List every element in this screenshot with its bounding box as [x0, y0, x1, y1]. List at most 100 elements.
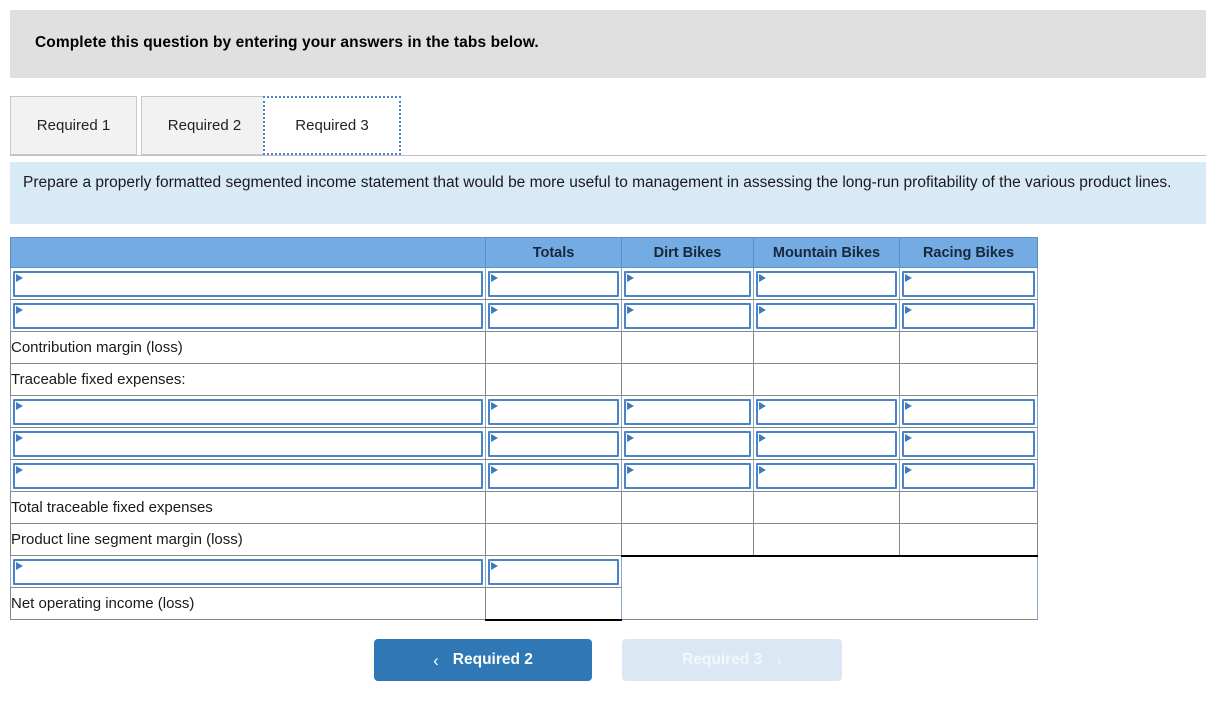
row-label-dropdown[interactable]: [13, 559, 483, 585]
dirt-bikes-input[interactable]: [624, 303, 751, 329]
dirt-bikes-cell[interactable]: [622, 492, 754, 524]
dirt-bikes-input[interactable]: [624, 399, 751, 425]
dropdown-arrow-icon: [491, 274, 498, 282]
mountain-bikes-input-cell[interactable]: [754, 300, 900, 332]
row-label-dropdown[interactable]: [13, 399, 483, 425]
racing-bikes-input-cell[interactable]: [900, 428, 1038, 460]
dirt-bikes-input[interactable]: [624, 431, 751, 457]
mountain-bikes-cell[interactable]: [754, 492, 900, 524]
totals-input-cell[interactable]: [486, 300, 622, 332]
mountain-bikes-input-cell[interactable]: [754, 268, 900, 300]
table-row: [11, 300, 1038, 332]
totals-cell[interactable]: [486, 364, 622, 396]
row-label-contribution-margin: Contribution margin (loss): [11, 332, 486, 364]
chevron-right-icon: ›: [776, 652, 782, 669]
dirt-bikes-input-cell[interactable]: [622, 268, 754, 300]
prev-required-button[interactable]: ‹ Required 2: [374, 639, 592, 681]
table-row: [11, 460, 1038, 492]
row-label-select-cell[interactable]: [11, 268, 486, 300]
row-label-select-cell[interactable]: [11, 460, 486, 492]
mountain-bikes-input[interactable]: [756, 303, 897, 329]
totals-input-cell[interactable]: [486, 268, 622, 300]
mountain-bikes-cell[interactable]: [754, 524, 900, 556]
table-row: Traceable fixed expenses:: [11, 364, 1038, 396]
mountain-bikes-cell[interactable]: [754, 332, 900, 364]
racing-bikes-input[interactable]: [902, 303, 1035, 329]
totals-input-cell[interactable]: [486, 396, 622, 428]
row-label-dropdown[interactable]: [13, 463, 483, 489]
dropdown-arrow-icon: [627, 306, 634, 314]
mountain-bikes-input-cell[interactable]: [754, 460, 900, 492]
totals-input[interactable]: [488, 303, 619, 329]
dropdown-arrow-icon: [905, 434, 912, 442]
table-row: Contribution margin (loss): [11, 332, 1038, 364]
racing-bikes-cell[interactable]: [900, 332, 1038, 364]
mountain-bikes-input[interactable]: [756, 431, 897, 457]
dropdown-arrow-icon: [905, 306, 912, 314]
totals-input-cell[interactable]: [486, 428, 622, 460]
totals-cell[interactable]: [486, 524, 622, 556]
racing-bikes-input-cell[interactable]: [900, 268, 1038, 300]
totals-input[interactable]: [488, 271, 619, 297]
dirt-bikes-input-cell[interactable]: [622, 428, 754, 460]
dropdown-arrow-icon: [627, 466, 634, 474]
totals-input[interactable]: [488, 463, 619, 489]
row-label-select-cell[interactable]: [11, 300, 486, 332]
dropdown-arrow-icon: [759, 274, 766, 282]
totals-input-cell[interactable]: [486, 460, 622, 492]
dirt-bikes-cell[interactable]: [622, 332, 754, 364]
dirt-bikes-input-cell[interactable]: [622, 300, 754, 332]
row-label-select-cell[interactable]: [11, 556, 486, 588]
totals-input-cell[interactable]: [486, 556, 622, 588]
tab-required-1[interactable]: Required 1: [10, 96, 137, 155]
dropdown-arrow-icon: [16, 562, 23, 570]
dropdown-arrow-icon: [759, 434, 766, 442]
dropdown-arrow-icon: [16, 466, 23, 474]
dirt-bikes-input[interactable]: [624, 271, 751, 297]
dirt-bikes-input[interactable]: [624, 463, 751, 489]
dirt-bikes-input-cell[interactable]: [622, 396, 754, 428]
racing-bikes-cell[interactable]: [900, 492, 1038, 524]
chevron-left-icon: ‹: [433, 652, 439, 669]
racing-bikes-input-cell[interactable]: [900, 396, 1038, 428]
totals-cell[interactable]: [486, 492, 622, 524]
racing-bikes-input-cell[interactable]: [900, 460, 1038, 492]
row-label-traceable-fixed-expenses: Traceable fixed expenses:: [11, 364, 486, 396]
tab-required-3[interactable]: Required 3: [263, 96, 401, 155]
dropdown-arrow-icon: [491, 466, 498, 474]
dirt-bikes-cell[interactable]: [622, 524, 754, 556]
racing-bikes-cell[interactable]: [900, 364, 1038, 396]
mountain-bikes-input-cell[interactable]: [754, 428, 900, 460]
racing-bikes-input[interactable]: [902, 271, 1035, 297]
tab-required-2[interactable]: Required 2: [141, 96, 268, 155]
mountain-bikes-input[interactable]: [756, 271, 897, 297]
dropdown-arrow-icon: [759, 402, 766, 410]
mountain-bikes-input[interactable]: [756, 399, 897, 425]
row-label-select-cell[interactable]: [11, 396, 486, 428]
dropdown-arrow-icon: [16, 402, 23, 410]
racing-bikes-input[interactable]: [902, 431, 1035, 457]
prev-required-label: Required 2: [453, 651, 533, 669]
row-label-dropdown[interactable]: [13, 431, 483, 457]
totals-input[interactable]: [488, 559, 619, 585]
row-label-dropdown[interactable]: [13, 303, 483, 329]
racing-bikes-input[interactable]: [902, 463, 1035, 489]
mountain-bikes-input-cell[interactable]: [754, 396, 900, 428]
totals-cell[interactable]: [486, 332, 622, 364]
racing-bikes-cell[interactable]: [900, 524, 1038, 556]
requirement-description-text: Prepare a properly formatted segmented i…: [23, 172, 1183, 193]
row-label-dropdown[interactable]: [13, 271, 483, 297]
racing-bikes-input-cell[interactable]: [900, 300, 1038, 332]
dirt-bikes-cell[interactable]: [622, 364, 754, 396]
mountain-bikes-cell[interactable]: [754, 364, 900, 396]
table-row: [11, 428, 1038, 460]
next-required-button[interactable]: Required 3 ›: [622, 639, 842, 681]
mountain-bikes-input[interactable]: [756, 463, 897, 489]
totals-input[interactable]: [488, 431, 619, 457]
totals-cell[interactable]: [486, 588, 622, 620]
totals-input[interactable]: [488, 399, 619, 425]
dirt-bikes-input-cell[interactable]: [622, 460, 754, 492]
row-label-select-cell[interactable]: [11, 428, 486, 460]
racing-bikes-input[interactable]: [902, 399, 1035, 425]
column-header-mountain-bikes: Mountain Bikes: [754, 238, 900, 268]
